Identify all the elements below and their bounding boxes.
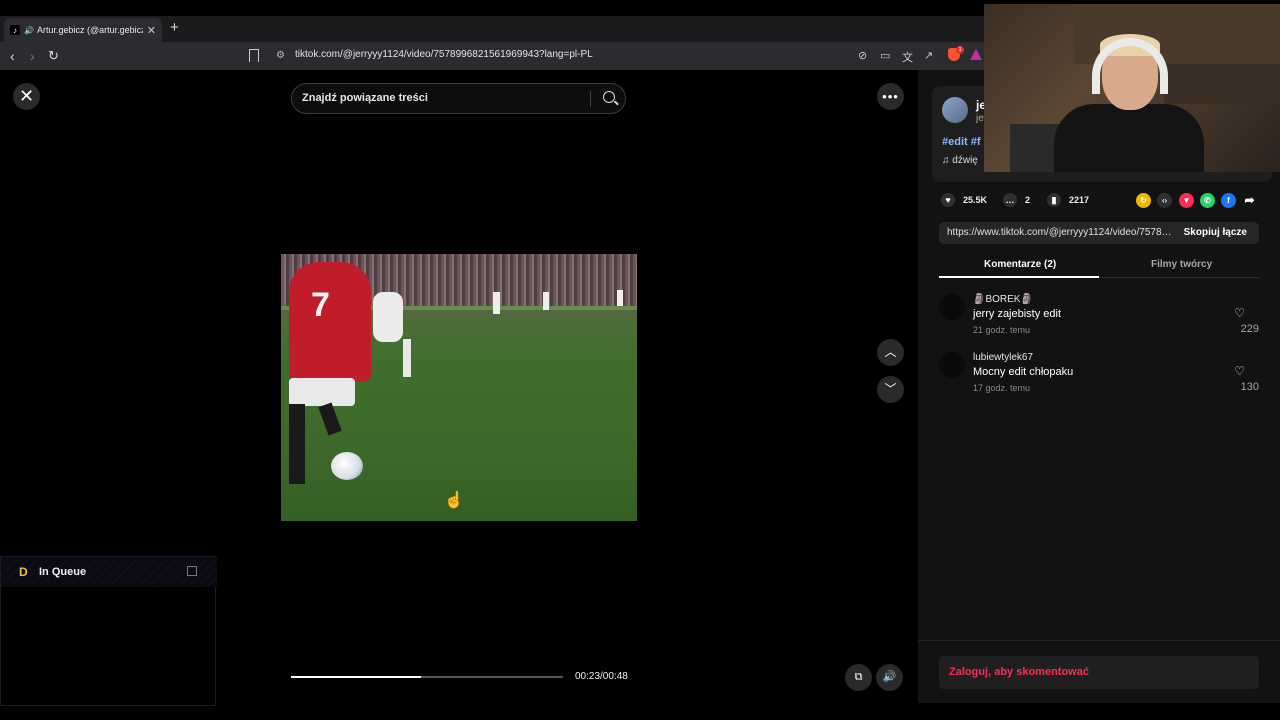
comment-count: 2 xyxy=(1025,195,1031,205)
jersey-number: 7 xyxy=(311,286,330,324)
volume-icon[interactable]: 🔊 xyxy=(876,664,903,691)
queue-logo-icon: D xyxy=(19,565,28,579)
cast-icon[interactable]: ▭ xyxy=(880,49,890,62)
save-count: 2217 xyxy=(1069,195,1090,205)
comment-time: 17 godz. temu xyxy=(973,383,1031,393)
more-options-button[interactable]: ••• xyxy=(877,83,904,110)
like-stat[interactable]: ♥ 25.5K xyxy=(941,193,987,207)
panel-divider xyxy=(918,640,1280,641)
player-shorts xyxy=(289,378,355,406)
active-tab-indicator xyxy=(939,276,1099,278)
search-box[interactable]: Znajdź powiązane treści xyxy=(291,83,626,114)
sound-name: dźwię xyxy=(952,155,978,166)
video-frame[interactable]: 7 xyxy=(281,254,637,521)
comment-time: 21 godz. temu xyxy=(973,325,1031,335)
background-player xyxy=(543,292,549,310)
floating-player-button[interactable]: ⧉ xyxy=(845,664,872,691)
background-player xyxy=(493,292,500,314)
comment-like-count: 229 xyxy=(1240,323,1259,335)
video-progress-bar[interactable] xyxy=(291,676,563,678)
more-share-icon[interactable]: ➦ xyxy=(1242,193,1257,208)
queue-title: In Queue xyxy=(39,566,87,578)
comment-like-count: 130 xyxy=(1240,381,1259,393)
previous-video-button[interactable]: ︿ xyxy=(877,339,904,366)
embed-icon[interactable]: ‹› xyxy=(1157,193,1172,208)
commenter-name[interactable]: lubiewtylek67 xyxy=(973,352,1033,363)
commenter-avatar[interactable] xyxy=(939,294,965,320)
search-icon[interactable] xyxy=(603,91,615,103)
comment-login-box[interactable]: Zaloguj, aby skomentować xyxy=(939,656,1259,689)
red-shirt-player xyxy=(289,262,371,382)
search-placeholder: Znajdź powiązane treści xyxy=(302,92,428,104)
no-translate-icon[interactable]: ⊘ xyxy=(858,49,867,62)
comment-like-icon[interactable]: ♡ xyxy=(1234,364,1245,378)
close-video-button[interactable]: ✕ xyxy=(13,83,40,110)
queue-header: D In Queue xyxy=(1,557,217,587)
streamer-webcam-overlay xyxy=(984,4,1280,172)
address-bar[interactable]: tiktok.com/@jerryyy1124/video/7578996821… xyxy=(295,49,593,60)
author-avatar[interactable] xyxy=(942,97,968,123)
panel-tabs: Komentarze (2) Filmy twórcy xyxy=(939,254,1259,278)
save-stat[interactable]: ▮ 2217 xyxy=(1047,193,1089,207)
bookmark-icon[interactable] xyxy=(249,49,259,62)
tab-comments[interactable]: Komentarze (2) xyxy=(984,259,1056,270)
copy-link-box: https://www.tiktok.com/@jerryyy1124/vide… xyxy=(939,222,1259,244)
hand-cursor-icon: ☝ xyxy=(444,492,464,509)
webcam-shelf xyxy=(1164,64,1280,104)
comment-like-icon[interactable]: ♡ xyxy=(1234,306,1245,320)
video-progress-fill xyxy=(291,676,422,678)
repost-icon[interactable]: ↻ xyxy=(1136,193,1151,208)
queue-widget: D In Queue xyxy=(0,556,217,706)
commenter-avatar[interactable] xyxy=(939,352,965,378)
translate-icon[interactable]: 文 xyxy=(902,49,913,65)
background-player xyxy=(617,290,623,306)
reload-button[interactable]: ↻ xyxy=(48,46,59,66)
tab-close-icon[interactable]: ✕ xyxy=(147,24,156,37)
next-video-button[interactable]: ﹀ xyxy=(877,376,904,403)
expand-icon[interactable] xyxy=(187,566,197,576)
search-divider xyxy=(590,91,591,107)
tiktok-favicon-icon: ♪ xyxy=(10,25,20,35)
tab-title: Artur.gebicz (@artur.gebicz) | xyxy=(36,25,143,35)
comment-icon[interactable]: … xyxy=(1003,193,1017,207)
sound-info[interactable]: ♫ dźwię xyxy=(942,155,978,166)
hashtags[interactable]: #edit #f xyxy=(942,136,981,148)
brave-rewards-icon[interactable] xyxy=(970,49,982,60)
player-leg xyxy=(318,402,342,436)
defender-player xyxy=(373,292,403,342)
comment-stat[interactable]: … 2 xyxy=(1003,193,1030,207)
music-note-icon: ♫ xyxy=(942,155,953,166)
facebook-icon[interactable]: f xyxy=(1221,193,1236,208)
tab-creator-videos[interactable]: Filmy twórcy xyxy=(1151,259,1212,270)
comment-text: jerry zajebisty edit xyxy=(973,308,1062,320)
player-leg xyxy=(289,404,305,484)
forward-button[interactable]: › xyxy=(30,46,35,66)
login-to-comment-link[interactable]: Zaloguj, aby skomentować xyxy=(949,666,1089,678)
new-tab-button[interactable]: + xyxy=(170,19,179,36)
bookmark-save-icon[interactable]: ▮ xyxy=(1047,193,1061,207)
copy-link-button[interactable]: Skopiuj łącze xyxy=(1184,227,1247,238)
back-button[interactable]: ‹ xyxy=(10,46,15,66)
audio-playing-icon[interactable]: 🔊 xyxy=(24,26,34,35)
like-count: 25.5K xyxy=(963,195,988,205)
video-link[interactable]: https://www.tiktok.com/@jerryyy1124/vide… xyxy=(947,227,1172,238)
site-info-icon[interactable]: ⚙ xyxy=(276,50,285,61)
comment-text: Mocny edit chłopaku xyxy=(973,366,1074,378)
streamer-shirt xyxy=(1054,104,1204,172)
browser-tab[interactable]: ♪ 🔊 Artur.gebicz (@artur.gebicz) | ✕ xyxy=(4,18,162,42)
heart-icon[interactable]: ♥ xyxy=(941,193,955,207)
video-time: 00:23/00:48 xyxy=(575,671,628,682)
author-handle: je xyxy=(976,113,984,124)
share-page-icon[interactable]: ↗ xyxy=(924,49,933,62)
whatsapp-icon[interactable]: ✆ xyxy=(1200,193,1215,208)
commenter-name[interactable]: 🗿BOREK🗿 xyxy=(973,294,1033,305)
football xyxy=(331,452,363,480)
send-to-friends-icon[interactable]: ▼ xyxy=(1179,193,1194,208)
shields-badge: 1 xyxy=(956,46,964,54)
